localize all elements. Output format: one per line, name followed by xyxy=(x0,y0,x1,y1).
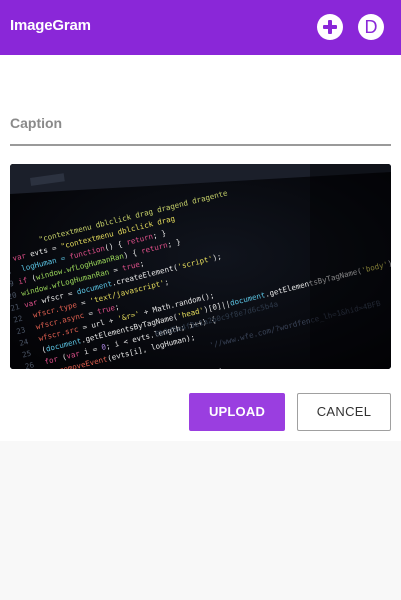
upload-button[interactable]: UPLOAD xyxy=(189,393,285,431)
avatar[interactable]: D xyxy=(358,14,384,40)
caption-field xyxy=(10,105,391,146)
app-bar: ImageGram D xyxy=(0,0,401,55)
add-post-button[interactable] xyxy=(317,14,343,40)
upload-form: 161718 192021 222324 252627 2829 "contex… xyxy=(0,55,401,441)
code-photo-image: 161718 192021 222324 252627 2829 "contex… xyxy=(10,164,391,369)
image-preview: 161718 192021 222324 252627 2829 "contex… xyxy=(10,164,391,369)
caption-input[interactable] xyxy=(10,111,391,135)
cancel-button[interactable]: CANCEL xyxy=(297,393,391,431)
app-title[interactable]: ImageGram xyxy=(10,17,91,34)
